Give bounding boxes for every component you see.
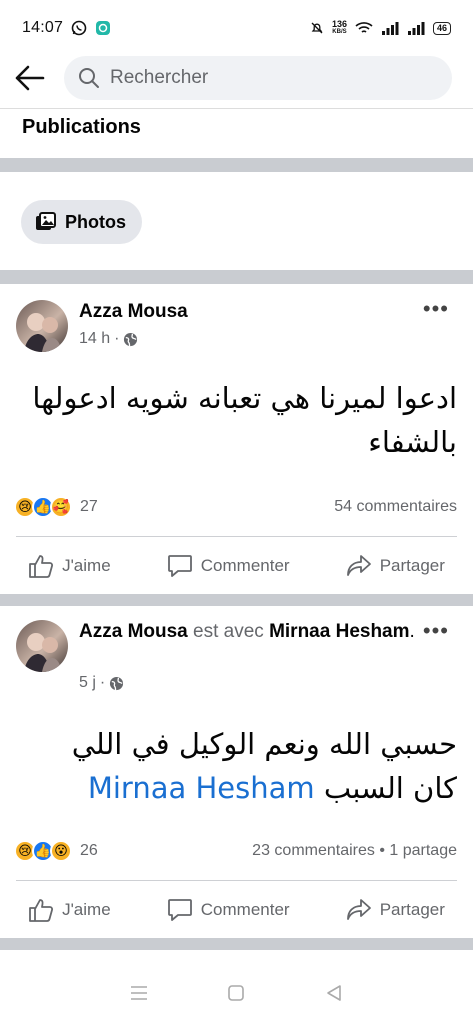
photos-chip-label: Photos bbox=[65, 211, 126, 232]
mention-link[interactable]: Mirnaa Hesham bbox=[88, 771, 315, 805]
header-divider bbox=[0, 108, 473, 109]
like-button[interactable]: J'aime bbox=[28, 898, 111, 922]
search-icon bbox=[79, 68, 99, 88]
mute-bell-icon bbox=[311, 22, 323, 34]
battery-indicator: 46 bbox=[432, 21, 451, 35]
search-bar[interactable] bbox=[64, 56, 452, 100]
reaction-count: 26 bbox=[80, 842, 98, 859]
globe-icon bbox=[110, 676, 124, 690]
system-nav-bar bbox=[0, 962, 473, 1024]
reaction-count: 27 bbox=[80, 498, 98, 515]
comment-button[interactable]: Commenter bbox=[167, 554, 290, 578]
post-separator bbox=[0, 938, 473, 950]
recent-apps-icon[interactable] bbox=[130, 985, 148, 1001]
post-divider bbox=[16, 880, 457, 881]
thumbs-up-icon bbox=[29, 555, 54, 578]
clock: 14:07 bbox=[22, 19, 64, 36]
search-header bbox=[0, 56, 473, 100]
photos-filter-chip[interactable]: Photos bbox=[21, 200, 142, 244]
post-stats[interactable]: 54 commentaires bbox=[334, 498, 457, 516]
post-author[interactable]: Azza Mousa est avec Mirnaa Hesham. bbox=[79, 620, 439, 644]
share-button[interactable]: Partager bbox=[346, 898, 445, 922]
back-nav-icon[interactable] bbox=[325, 984, 343, 1002]
wifi-icon bbox=[355, 22, 373, 33]
thumbs-up-icon bbox=[29, 899, 54, 922]
avatar[interactable] bbox=[16, 300, 68, 352]
more-options-button[interactable]: ••• bbox=[423, 620, 449, 642]
post-stats[interactable]: 23 commentaires • 1 partage bbox=[252, 842, 457, 860]
share-icon bbox=[346, 899, 371, 920]
status-bar: 14:07 136 KB/S 46 bbox=[0, 0, 473, 56]
care-reaction-icon: 🥰 bbox=[50, 496, 72, 518]
post-actions: J'aime Commenter Partager bbox=[0, 890, 473, 930]
globe-icon bbox=[124, 332, 138, 346]
reaction-summary[interactable]: 😢 👍 🥰 27 bbox=[14, 496, 98, 518]
post-divider bbox=[16, 536, 457, 537]
back-arrow-icon bbox=[15, 65, 45, 91]
network-speed: 136 KB/S bbox=[331, 19, 347, 36]
tagged-person[interactable]: Mirnaa Hesham bbox=[269, 621, 409, 642]
post-actions: J'aime Commenter Partager bbox=[0, 546, 473, 586]
back-button[interactable] bbox=[0, 56, 60, 100]
search-input[interactable] bbox=[110, 67, 410, 89]
section-separator bbox=[0, 270, 473, 284]
home-icon[interactable] bbox=[227, 984, 245, 1002]
like-button[interactable]: J'aime bbox=[28, 554, 111, 578]
whatsapp-icon bbox=[71, 20, 87, 36]
section-separator bbox=[0, 158, 473, 172]
avatar[interactable] bbox=[16, 620, 68, 672]
post-time: 14 h bbox=[79, 330, 111, 347]
signal-icon bbox=[381, 22, 399, 35]
messenger-icon bbox=[96, 21, 111, 35]
share-button[interactable]: Partager bbox=[346, 554, 445, 578]
comment-button[interactable]: Commenter bbox=[167, 898, 290, 922]
post-time: 5 j bbox=[79, 674, 96, 691]
post-text: حسبي الله ونعم الوكيل في اللي كان السبب … bbox=[71, 727, 457, 805]
comment-icon bbox=[167, 899, 192, 921]
wow-reaction-icon: 😮 bbox=[50, 840, 72, 862]
reaction-summary[interactable]: 😢 👍 😮 26 bbox=[14, 840, 98, 862]
more-options-button[interactable]: ••• bbox=[423, 298, 449, 320]
post-text: ادعوا لميرنا هي تعبانه شويه ادعولها بالش… bbox=[32, 381, 457, 459]
section-title: Publications bbox=[22, 116, 141, 138]
signal-icon-2 bbox=[407, 22, 425, 35]
post-author[interactable]: Azza Mousa bbox=[79, 300, 439, 324]
share-icon bbox=[346, 555, 371, 576]
comment-icon bbox=[167, 555, 192, 577]
post-meta: 14 h · bbox=[79, 330, 138, 348]
post-separator bbox=[0, 594, 473, 606]
post-meta: 5 j · bbox=[79, 674, 124, 692]
photos-icon bbox=[36, 212, 56, 230]
